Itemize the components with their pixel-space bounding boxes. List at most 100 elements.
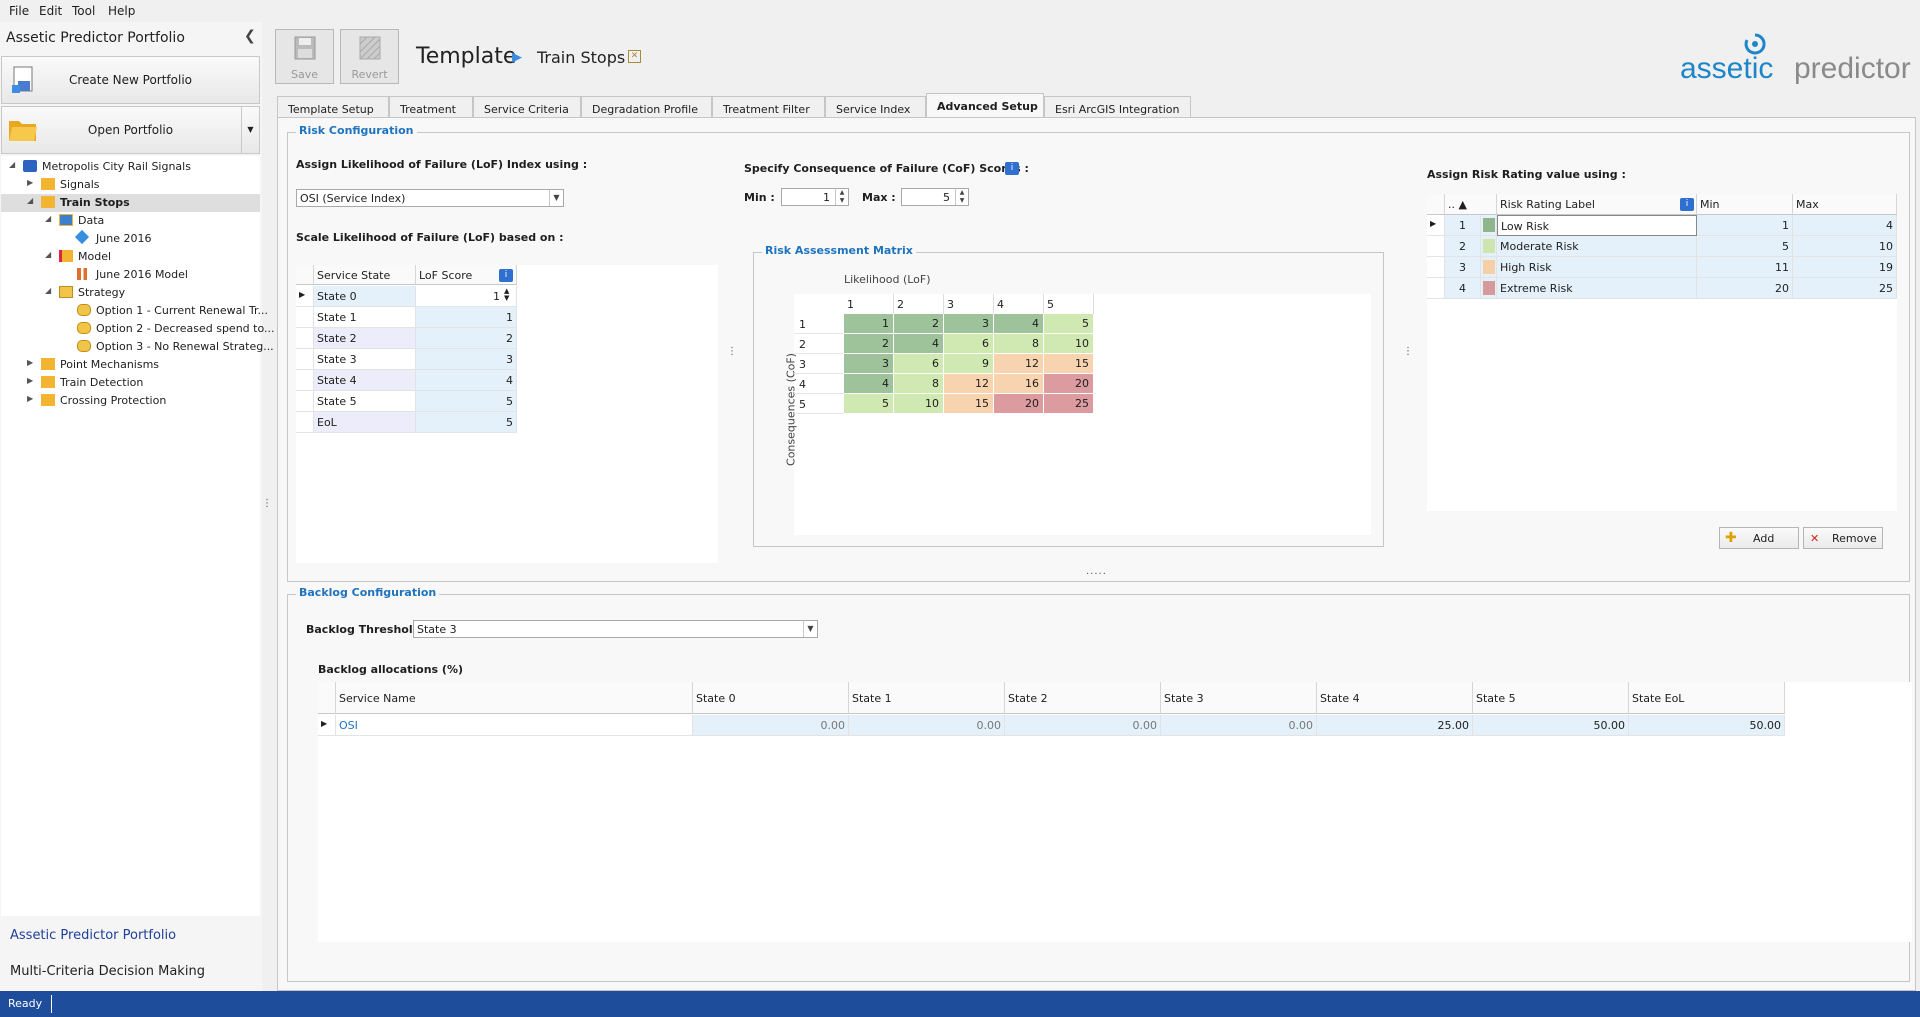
collapse-arrow-icon[interactable]: ◢ (45, 214, 51, 223)
lof-score-cell[interactable]: 1 (416, 286, 517, 307)
lof-index-select[interactable]: OSI (Service Index) ▼ (296, 189, 564, 207)
menu-tool[interactable]: Tool (72, 4, 95, 18)
menu-help[interactable]: Help (108, 4, 135, 18)
rating-max-cell[interactable]: 4 (1793, 215, 1897, 236)
spin-arrows-icon[interactable]: ▲ ▼ (955, 189, 968, 205)
tab-service-criteria[interactable]: Service Criteria (473, 96, 581, 118)
backlog-threshold-select[interactable]: State 3 ▼ (413, 620, 818, 638)
rating-color-cell[interactable] (1481, 278, 1497, 299)
rating-id-header[interactable]: .. ▲ (1445, 194, 1497, 215)
open-portfolio-dropdown-icon[interactable]: ▼ (241, 107, 259, 153)
tree-node[interactable]: June 2016 (1, 229, 260, 248)
rating-color-cell[interactable] (1481, 215, 1497, 236)
allocation-cell[interactable]: 0.00 (1161, 715, 1317, 736)
cof-info-icon[interactable]: i (1005, 162, 1019, 175)
rating-max-cell[interactable]: 25 (1793, 278, 1897, 299)
tree-node[interactable]: ▶ Signals (1, 176, 260, 194)
tab-template-setup[interactable]: Template Setup (277, 96, 389, 118)
allocation-cell[interactable]: 50.00 (1629, 715, 1785, 736)
rating-min-cell[interactable]: 11 (1697, 257, 1793, 278)
lof-score-cell[interactable]: 4 (416, 370, 517, 391)
lof-score-cell[interactable]: 5 (416, 391, 517, 412)
collapse-arrow-icon[interactable]: ◢ (45, 286, 51, 295)
save-button[interactable]: Save (275, 29, 334, 84)
lof-score-cell[interactable]: 5 (416, 412, 517, 433)
nav-mcdm[interactable]: Multi-Criteria Decision Making (10, 964, 205, 979)
tree-node[interactable]: June 2016 Model (1, 266, 260, 284)
rating-max-cell[interactable]: 10 (1793, 236, 1897, 257)
rating-min-cell[interactable]: 5 (1697, 236, 1793, 257)
tree-node[interactable]: Option 2 - Decreased spend to... (1, 320, 275, 338)
tab-treatment-filter[interactable]: Treatment Filter (712, 96, 825, 118)
cof-min-spinner[interactable]: 1 ▲ ▼ (781, 188, 849, 206)
tree-node[interactable]: ◢ Train Stops (1, 194, 260, 212)
spin-arrows-icon[interactable]: ▲ ▼ (504, 288, 509, 302)
matrix-cell: 4 (894, 334, 944, 354)
expand-arrow-icon[interactable]: ▶ (27, 394, 33, 403)
lof-score-cell[interactable]: 3 (416, 349, 517, 370)
strategy-folder-icon (59, 286, 73, 298)
expand-arrow-icon[interactable]: ▶ (27, 376, 33, 385)
tree-node[interactable]: ◢ Model (1, 248, 260, 266)
lof-score-cell[interactable]: 1 (416, 307, 517, 328)
allocation-cell[interactable]: 0.00 (849, 715, 1005, 736)
spin-arrows-icon[interactable]: ▲ ▼ (835, 189, 848, 205)
tab-service-index[interactable]: Service Index (825, 96, 926, 118)
chevron-down-icon[interactable]: ▼ (803, 621, 817, 637)
nav-portfolio[interactable]: Assetic Predictor Portfolio (10, 928, 176, 943)
dataset-icon (74, 229, 90, 245)
lof-info-icon[interactable]: i (499, 269, 513, 282)
service-name-cell[interactable]: OSI (336, 715, 693, 736)
rating-label-cell[interactable]: Extreme Risk (1497, 278, 1697, 299)
tree-node[interactable]: Option 3 - No Renewal Strateg... (1, 338, 274, 356)
allocation-cell[interactable]: 25.00 (1317, 715, 1473, 736)
expand-arrow-icon[interactable]: ▶ (27, 358, 33, 367)
rating-label-cell[interactable]: Low Risk (1497, 215, 1697, 236)
rating-max-cell[interactable]: 19 (1793, 257, 1897, 278)
risk-splitter-2[interactable]: ⋮ (1403, 346, 1413, 357)
tree-node[interactable]: ◢ Data (1, 212, 260, 230)
create-portfolio-button[interactable]: Create New Portfolio (1, 56, 260, 104)
collapse-panel-icon[interactable]: ❮ (244, 28, 256, 44)
lof-score-cell[interactable]: 2 (416, 328, 517, 349)
allocation-cell[interactable]: 50.00 (1473, 715, 1629, 736)
rating-color-cell[interactable] (1481, 257, 1497, 278)
cof-max-spinner[interactable]: 5 ▲ ▼ (901, 188, 969, 206)
menu-edit[interactable]: Edit (39, 4, 62, 18)
remove-button[interactable]: ✕ Remove (1803, 527, 1883, 549)
collapse-arrow-icon[interactable]: ◢ (27, 196, 33, 205)
expand-arrow-icon[interactable]: ▶ (27, 178, 33, 187)
close-icon[interactable]: ✕ (628, 50, 641, 63)
tab-treatment[interactable]: Treatment (389, 96, 473, 118)
tree-node[interactable]: ◢ Metropolis City Rail Signals (1, 158, 260, 176)
chevron-down-icon[interactable]: ▼ (549, 190, 563, 206)
service-state-cell: State 3 (314, 349, 416, 370)
revert-button[interactable]: Revert (340, 29, 399, 84)
backlog-configuration-title: Backlog Configuration (296, 586, 440, 599)
tree-node[interactable]: ▶ Crossing Protection (1, 392, 260, 410)
collapse-arrow-icon[interactable]: ◢ (45, 250, 51, 259)
left-splitter[interactable]: ⋮ (262, 498, 272, 509)
tree-node[interactable]: ◢ Strategy (1, 284, 260, 302)
rating-label-cell[interactable]: High Risk (1497, 257, 1697, 278)
rating-min-cell[interactable]: 20 (1697, 278, 1793, 299)
tab-esri-arcgis-integration[interactable]: Esri ArcGIS Integration (1044, 96, 1191, 118)
tree-node[interactable]: Option 1 - Current Renewal Tr... (1, 302, 268, 320)
tree-node[interactable]: ▶ Point Mechanisms (1, 356, 260, 374)
allocation-cell[interactable]: 0.00 (693, 715, 849, 736)
horizontal-splitter[interactable]: ..... (1086, 566, 1107, 577)
collapse-arrow-icon[interactable]: ◢ (9, 160, 15, 169)
breadcrumb-root[interactable]: Template (416, 44, 516, 69)
rating-label-cell[interactable]: Moderate Risk (1497, 236, 1697, 257)
risk-splitter-1[interactable]: ⋮ (727, 346, 737, 357)
tab-degradation-profile[interactable]: Degradation Profile (581, 96, 712, 118)
rating-min-cell[interactable]: 1 (1697, 215, 1793, 236)
rating-info-icon[interactable]: i (1680, 198, 1694, 211)
rating-color-cell[interactable] (1481, 236, 1497, 257)
tree-node[interactable]: ▶ Train Detection (1, 374, 260, 392)
add-button[interactable]: ✚ Add (1719, 527, 1799, 549)
tab-advanced-setup[interactable]: Advanced Setup (926, 93, 1044, 119)
allocation-cell[interactable]: 0.00 (1005, 715, 1161, 736)
menu-file[interactable]: File (9, 4, 29, 18)
open-portfolio-button[interactable]: Open Portfolio ▼ (1, 106, 260, 154)
